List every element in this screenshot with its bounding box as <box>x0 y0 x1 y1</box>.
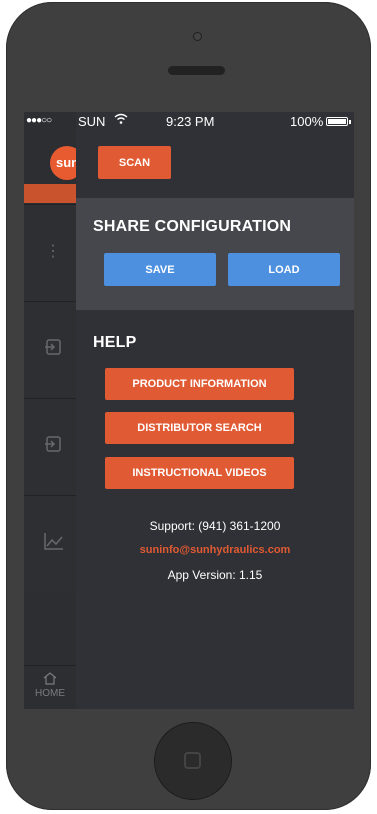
help-title: HELP <box>93 334 137 351</box>
battery-tip <box>349 120 351 124</box>
support-phone: Support: (941) 361-1200 <box>149 519 281 533</box>
background-row-4[interactable] <box>24 495 76 592</box>
app-version: App Version: 1.15 <box>167 568 263 582</box>
instructional-videos-button[interactable]: INSTRUCTIONAL VIDEOS <box>105 457 294 489</box>
tab-home[interactable]: HOME <box>24 665 76 709</box>
line-chart-icon <box>44 532 63 550</box>
load-button[interactable]: LOAD <box>228 253 340 286</box>
background-row-1[interactable]: ⋮ <box>24 204 76 301</box>
carrier-name: SUN <box>78 114 106 129</box>
scan-button[interactable]: SCAN <box>98 146 171 179</box>
background-row-2[interactable] <box>24 301 76 398</box>
front-camera <box>193 32 202 41</box>
home-icon <box>24 672 76 688</box>
home-tab-label: HOME <box>35 688 65 699</box>
more-vertical-icon: ⋮ <box>45 243 61 260</box>
sign-in-icon <box>44 435 62 453</box>
background-row-3[interactable] <box>24 398 76 495</box>
save-button[interactable]: SAVE <box>104 253 216 286</box>
wifi-icon <box>114 113 128 128</box>
distributor-search-button[interactable]: DISTRIBUTOR SEARCH <box>105 412 294 444</box>
share-configuration-section: SHARE CONFIGURATION SAVE LOAD <box>76 198 354 310</box>
product-information-button[interactable]: PRODUCT INFORMATION <box>105 368 294 400</box>
home-button[interactable] <box>154 722 232 800</box>
screen: ●●●○○ SUN 9:23 PM 100% sun ⋮ HOME SCAN S… <box>24 112 354 709</box>
background-header-bar <box>24 184 76 203</box>
support-email-link[interactable]: suninfo@sunhydraulics.com <box>76 544 354 556</box>
sign-in-icon <box>44 338 62 356</box>
status-time: 9:23 PM <box>166 114 215 129</box>
status-bar: ●●●○○ SUN 9:23 PM 100% <box>24 112 354 132</box>
background-app-strip: sun ⋮ HOME <box>24 112 84 709</box>
battery-icon <box>326 117 348 126</box>
settings-menu-panel: SCAN SHARE CONFIGURATION SAVE LOAD HELP … <box>76 112 354 709</box>
battery-percent: 100% <box>290 114 324 129</box>
signal-strength-icon: ●●●○○ <box>26 115 52 126</box>
earpiece-speaker <box>168 66 225 75</box>
home-button-square-icon <box>184 752 201 769</box>
share-configuration-title: SHARE CONFIGURATION <box>93 218 292 235</box>
